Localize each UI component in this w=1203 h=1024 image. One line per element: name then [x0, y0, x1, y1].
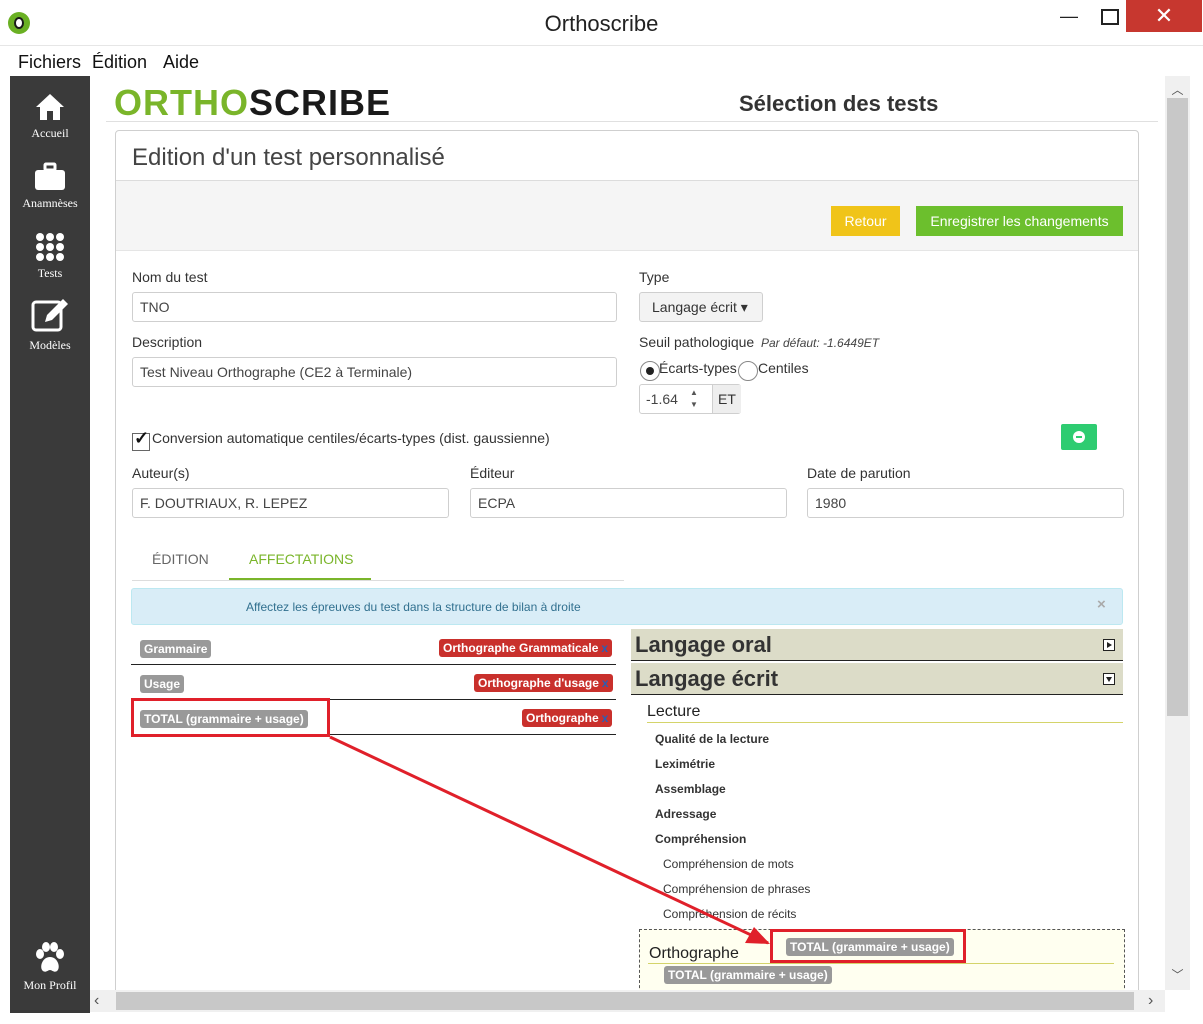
minus-icon — [1076, 436, 1082, 438]
annotation-arrow — [329, 735, 770, 945]
